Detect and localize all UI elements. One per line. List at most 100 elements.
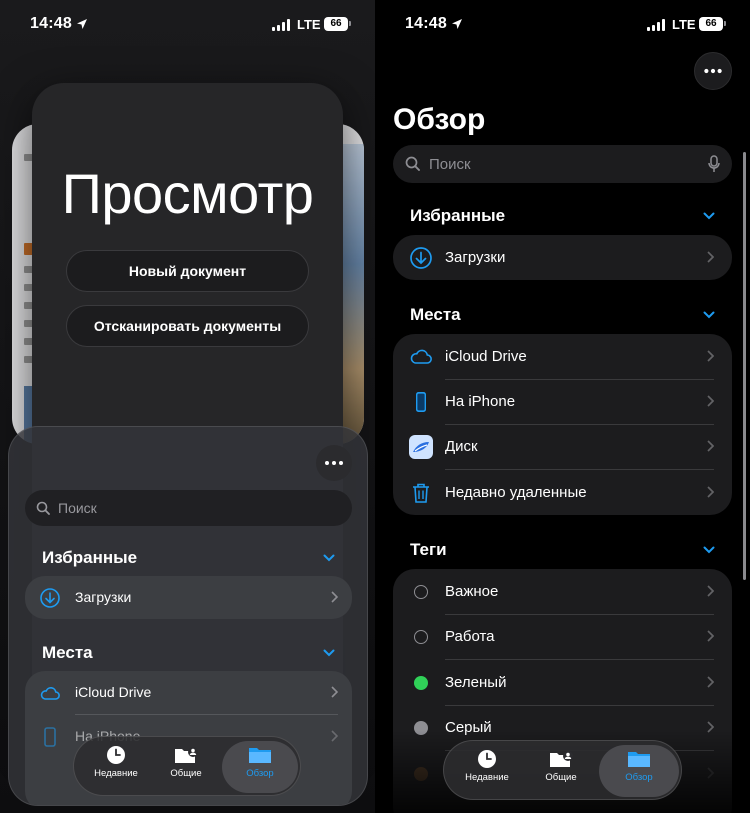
chevron-right-icon [707,630,714,642]
tab-label: Недавние [465,772,509,783]
chevron-right-icon [707,676,714,688]
tab-label: Общие [170,768,202,779]
chevron-right-icon [707,350,714,362]
sidebar-item-icloud-drive[interactable]: iCloud Drive [393,334,732,379]
left-screen-app-switcher: 14:48 LTE 66 Просмотр Новый документ Отс… [0,0,375,813]
ellipsis-icon [325,461,343,465]
tag-circle-icon [414,630,428,644]
search-icon [36,501,50,515]
battery-cap [724,21,726,26]
disk-app-icon [409,435,433,459]
favorites-section-title: Избранные [410,206,506,225]
iphone-icon [44,727,56,747]
network-type: LTE [672,17,696,32]
location-arrow-icon [452,19,462,29]
right-screen-files-browse: 14:48 LTE 66 Обзор Поиск Избранные Загру… [375,0,750,813]
sidebar-item-label: На iPhone [445,393,516,410]
search-placeholder: Поиск [429,156,471,173]
tab-shared[interactable]: Общие [152,741,220,793]
new-document-button[interactable]: Новый документ [66,250,309,292]
sidebar-item-label: Диск [445,438,478,455]
chevron-right-icon [707,395,714,407]
chevron-right-icon [707,440,714,452]
locations-group: iCloud Drive На iPhone Диск Недавно удал… [393,334,732,515]
sidebar-item-icloud-drive[interactable]: iCloud Drive [25,671,352,714]
scrollbar[interactable] [743,152,746,580]
chevron-down-icon[interactable] [703,212,715,220]
tab-bar: Недавние Общие Обзор [73,736,301,796]
favorites-group: Загрузки [393,235,732,280]
battery-indicator: 66 [699,17,723,31]
search-icon [405,156,420,171]
chevron-down-icon[interactable] [323,554,335,562]
chevron-right-icon [331,730,338,742]
chevron-right-icon [331,686,338,698]
sidebar-item-label: iCloud Drive [75,684,152,700]
sidebar-item-recently-deleted[interactable]: Недавно удаленные [393,470,732,515]
microphone-icon[interactable] [708,155,720,173]
scan-documents-button[interactable]: Отсканировать документы [66,305,309,347]
battery-indicator: 66 [324,17,348,31]
tab-browse[interactable]: Обзор [222,741,298,793]
search-input[interactable]: Поиск [25,490,352,526]
tab-label: Недавние [94,768,138,779]
network-type: LTE [297,17,321,32]
status-bar: 14:48 LTE 66 [0,14,375,36]
locations-section-title: Места [42,643,93,662]
sidebar-item-on-iphone[interactable]: На iPhone [393,379,732,424]
clock-icon [107,746,125,764]
battery-cap [349,21,351,26]
tag-green-dot-icon [414,676,428,690]
tab-label: Общие [545,772,577,783]
trash-icon [413,483,429,503]
tab-browse[interactable]: Обзор [599,745,679,797]
chevron-right-icon [707,585,714,597]
chevron-right-icon [707,251,714,263]
folder-icon [628,752,650,767]
tag-item-green[interactable]: Зеленый [393,660,732,705]
preview-title: Просмотр [61,162,314,225]
sidebar-item-label: Загрузки [445,249,506,266]
location-arrow-icon [77,19,87,29]
favorites-group: Загрузки [25,576,352,619]
clock-icon [478,750,496,768]
document-photo-strip [342,144,364,444]
tab-recents[interactable]: Недавние [452,745,522,797]
favorites-section-title: Избранные [42,548,138,567]
tag-item-important[interactable]: Важное [393,569,732,614]
ellipsis-icon [704,68,722,74]
tag-label: Важное [445,583,499,600]
icloud-icon [410,349,432,364]
locations-section-title: Места [410,305,461,324]
icloud-icon [40,687,60,700]
signal-bars-icon [272,19,290,31]
chevron-right-icon [331,591,338,603]
chevron-down-icon[interactable] [703,546,715,554]
tag-circle-icon [414,585,428,599]
sidebar-item-disk[interactable]: Диск [393,424,732,469]
sidebar-item-label: Недавно удаленные [445,484,587,501]
chevron-down-icon[interactable] [703,311,715,319]
tab-label: Обзор [625,772,653,783]
tag-label: Зеленый [445,674,507,691]
search-placeholder: Поиск [58,500,97,516]
tag-item-work[interactable]: Работа [393,614,732,659]
status-time: 14:48 [405,15,447,32]
status-bar: 14:48 LTE 66 [375,14,750,36]
tab-shared[interactable]: Общие [526,745,596,797]
tab-recents[interactable]: Недавние [82,741,150,793]
more-button[interactable] [316,445,352,481]
iphone-icon [416,392,426,412]
download-circle-icon [40,588,60,608]
sidebar-item-label: Загрузки [75,589,132,605]
sidebar-item-downloads[interactable]: Загрузки [393,235,732,280]
sidebar-item-label: iCloud Drive [445,348,527,365]
search-input[interactable]: Поиск [393,145,732,183]
sidebar-item-downloads[interactable]: Загрузки [25,576,352,619]
more-button[interactable] [694,52,732,90]
tab-label: Обзор [246,768,274,779]
tab-bar: Недавние Общие Обзор [443,740,682,800]
download-circle-icon [410,247,432,269]
chevron-down-icon[interactable] [323,649,335,657]
tags-section-title: Теги [410,540,447,559]
